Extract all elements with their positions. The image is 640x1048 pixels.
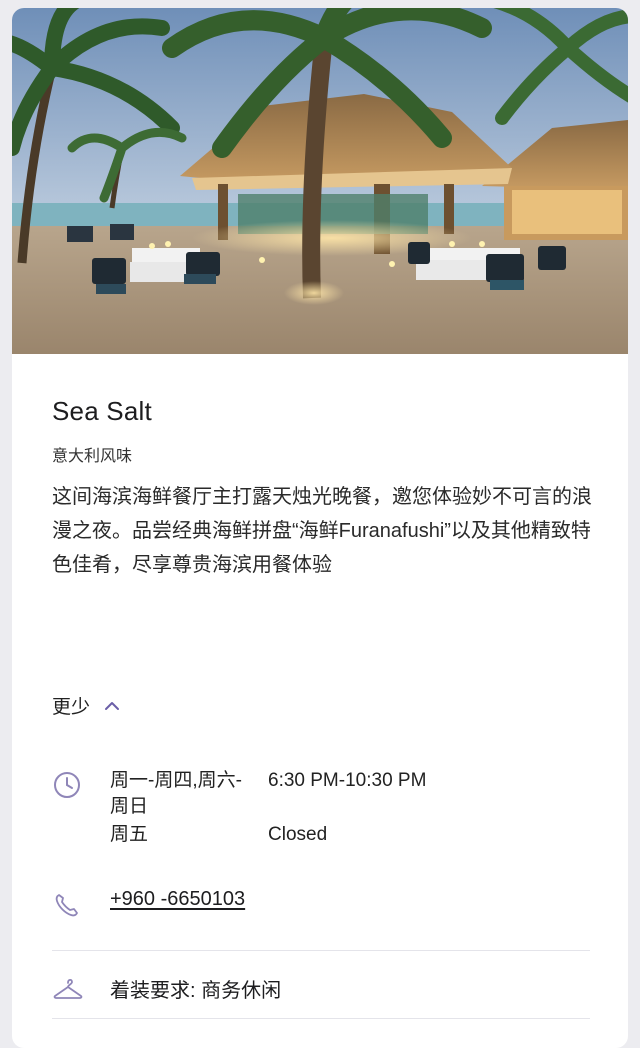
phone-link[interactable]: +960 -6650103	[110, 888, 245, 911]
divider	[52, 1018, 590, 1019]
hanger-icon	[52, 974, 84, 1009]
divider	[52, 950, 590, 951]
hours-days: 周五	[110, 824, 149, 845]
hours-days: 周一-周四,周六-周日	[110, 770, 242, 817]
restaurant-description: 这间海滨海鲜餐厅主打露天烛光晚餐，邀您体验妙不可言的浪漫之夜。品尝经典海鲜拼盘“…	[52, 486, 592, 576]
show-less-label: 更少	[52, 697, 91, 718]
phone-row: +960 -6650103	[52, 888, 592, 940]
phone-icon	[52, 890, 82, 925]
show-less-toggle[interactable]: 更少	[52, 692, 120, 719]
hours-time: 6:30 PM-10:30 PM	[268, 770, 427, 791]
beach-restaurant-image	[12, 8, 628, 354]
dress-code-text: 着装要求: 商务休闲	[110, 980, 282, 1002]
hours-time: Closed	[268, 824, 328, 845]
cuisine-label: 意大利风味	[52, 448, 133, 465]
chevron-up-icon	[104, 700, 120, 712]
restaurant-name: Sea Salt	[52, 396, 152, 426]
restaurant-card: Sea Salt 意大利风味 这间海滨海鲜餐厅主打露天烛光晚餐，邀您体验妙不可言…	[12, 8, 628, 1048]
clock-icon	[52, 770, 82, 805]
restaurant-photo	[12, 8, 628, 354]
